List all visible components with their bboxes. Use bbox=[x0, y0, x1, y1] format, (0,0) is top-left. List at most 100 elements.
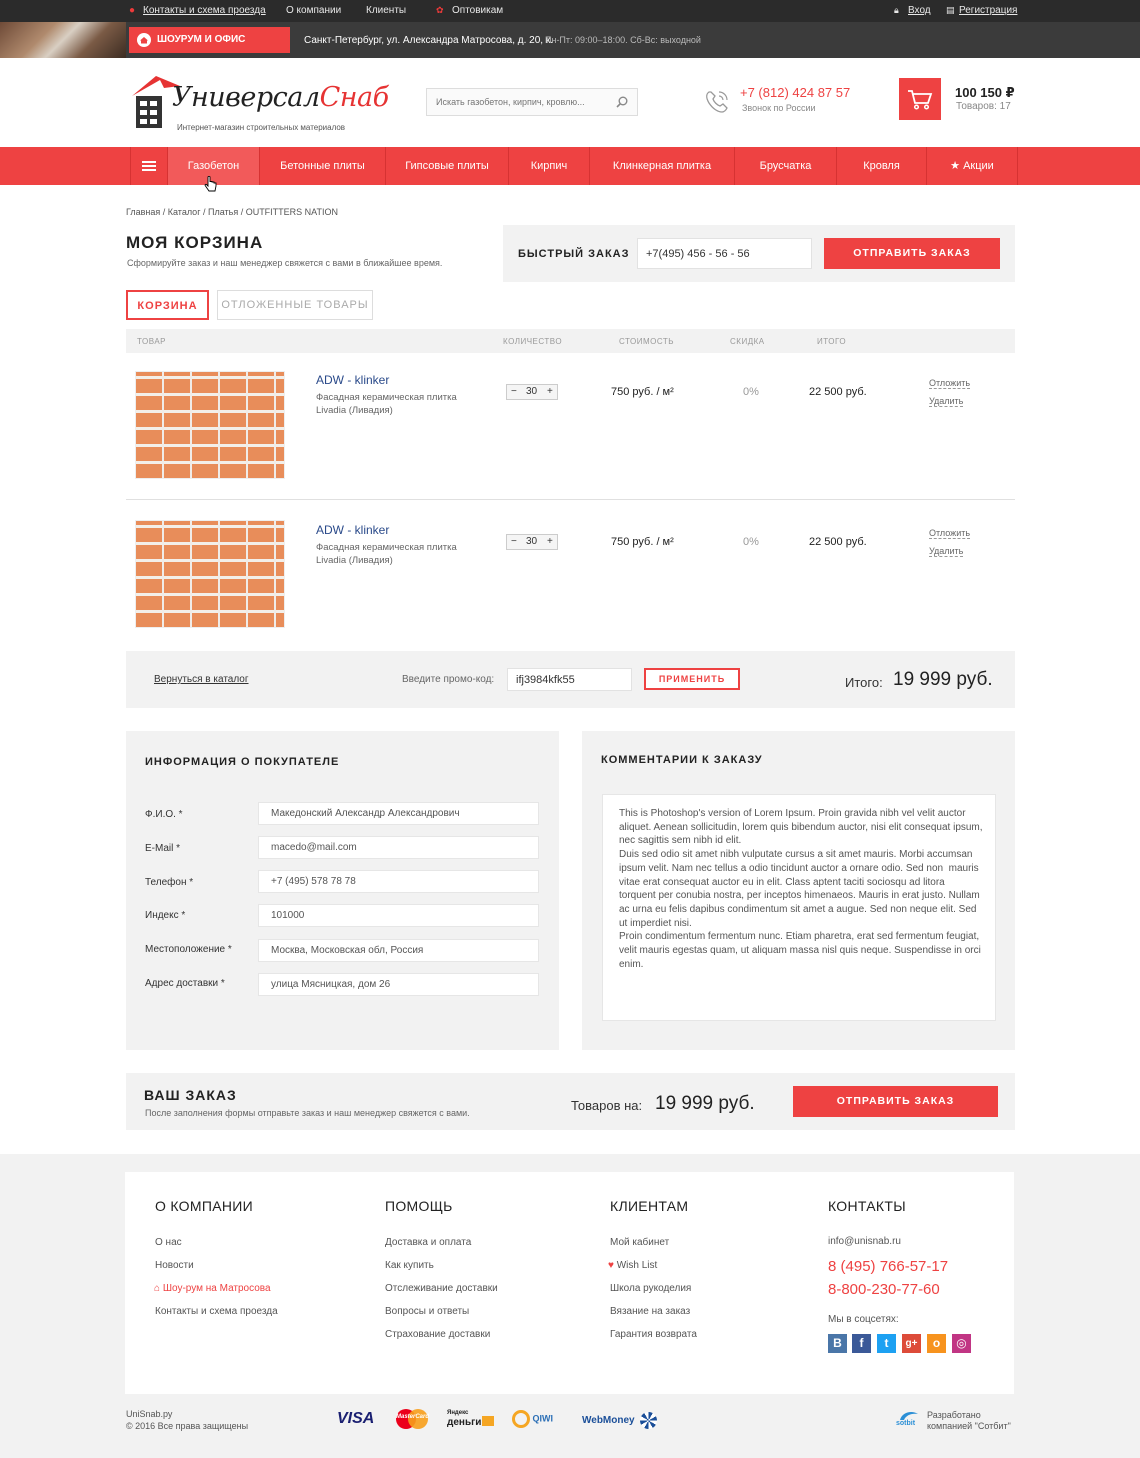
back-to-catalog-link[interactable]: Вернуться в каталог bbox=[154, 674, 249, 685]
field-label: Местоположение * bbox=[145, 944, 232, 955]
nav-item-roofing[interactable]: Кровля bbox=[836, 147, 926, 185]
footer-clients-title: КЛИЕНТАМ bbox=[610, 1198, 689, 1214]
footer-showroom-link[interactable]: ⌂ Шоу-рум на Матросова bbox=[154, 1283, 271, 1294]
email-field[interactable] bbox=[258, 836, 539, 859]
footer-wishlist-link[interactable]: ♥ Wish List bbox=[608, 1260, 657, 1271]
search-box bbox=[426, 88, 638, 116]
copyright-site: UniSnab.ру bbox=[126, 1409, 173, 1419]
field-label: E-Mail * bbox=[145, 843, 181, 854]
phone-field[interactable] bbox=[258, 870, 539, 893]
nav-item-sales[interactable]: ★ Акции bbox=[926, 147, 1018, 185]
cart-button[interactable] bbox=[899, 78, 941, 120]
contacts-link[interactable]: Контакты и схема проезда bbox=[143, 5, 266, 16]
fio-field[interactable] bbox=[258, 802, 539, 825]
qty-plus-button[interactable]: + bbox=[547, 386, 553, 397]
defer-link[interactable]: Отложить bbox=[929, 378, 971, 389]
qty-minus-button[interactable]: − bbox=[511, 536, 517, 547]
nav-item-gypsum-slabs[interactable]: Гипсовые плиты bbox=[385, 147, 508, 185]
instagram-icon[interactable]: ◎ bbox=[952, 1334, 971, 1353]
hamburger-icon bbox=[142, 161, 156, 171]
footer-link[interactable]: Страхование доставки bbox=[385, 1329, 490, 1340]
about-link[interactable]: О компании bbox=[286, 5, 341, 16]
yandex-money-logo: Яндекс деньги bbox=[447, 1410, 482, 1428]
item-total: 22 500 руб. bbox=[809, 536, 867, 548]
product-image[interactable] bbox=[135, 520, 285, 628]
tab-deferred[interactable]: ОТЛОЖЕННЫЕ ТОВАРЫ bbox=[217, 290, 373, 320]
search-input[interactable] bbox=[427, 89, 607, 115]
footer-link[interactable]: Контакты и схема проезда bbox=[155, 1306, 278, 1317]
footer-link[interactable]: Вязание на заказ bbox=[610, 1306, 690, 1317]
cart-sum: 100 150 ₽ bbox=[955, 85, 1015, 100]
twitter-icon[interactable]: t bbox=[877, 1334, 896, 1353]
nav-item-concrete-slabs[interactable]: Бетонные плиты bbox=[259, 147, 385, 185]
vk-icon[interactable]: В bbox=[828, 1334, 847, 1353]
quick-order-label: БЫСТРЫЙ ЗАКАЗ bbox=[518, 248, 630, 260]
mastercard-logo: MasterCard bbox=[394, 1408, 430, 1430]
wholesale-icon: ✿ bbox=[436, 5, 444, 15]
google-plus-icon[interactable]: g+ bbox=[902, 1334, 921, 1353]
footer-link[interactable]: Как купить bbox=[385, 1260, 434, 1271]
product-image[interactable] bbox=[135, 371, 285, 479]
product-name[interactable]: ADW - klinker bbox=[316, 523, 389, 537]
menu-button[interactable] bbox=[130, 147, 167, 185]
breadcrumb[interactable]: Главная / Каталог / Платья / OUTFITTERS … bbox=[126, 207, 338, 217]
register-link[interactable]: Регистрация bbox=[959, 5, 1017, 16]
col-qty: КОЛИЧЕСТВО bbox=[503, 337, 563, 346]
footer-phone-2[interactable]: 8-800-230-77-60 bbox=[828, 1281, 940, 1298]
lock-icon: 🔒︎ bbox=[894, 5, 899, 15]
header-phone[interactable]: +7 (812) 424 87 57 bbox=[740, 85, 850, 100]
tab-cart[interactable]: КОРЗИНА bbox=[126, 290, 209, 320]
quick-order-submit-button[interactable]: ОТПРАВИТЬ ЗАКАЗ bbox=[824, 238, 1000, 269]
location-field[interactable] bbox=[258, 939, 539, 962]
promo-label: Введите промо-код: bbox=[402, 674, 495, 685]
footer-email[interactable]: info@unisnab.ru bbox=[828, 1236, 901, 1247]
qty-value[interactable]: 30 bbox=[526, 536, 537, 547]
qty-minus-button[interactable]: − bbox=[511, 386, 517, 397]
logo[interactable]: УниверсалСнаб Интернет-магазин строитель… bbox=[130, 72, 389, 132]
remove-link[interactable]: Удалить bbox=[929, 546, 964, 557]
cart-icon bbox=[908, 90, 933, 110]
nav-item-clinker[interactable]: Клинкерная плитка bbox=[589, 147, 734, 185]
buyer-info-panel: ИНФОРМАЦИЯ О ПОКУПАТЕЛЕ Ф.И.О. * E-Mail … bbox=[126, 731, 559, 1050]
qty-value[interactable]: 30 bbox=[526, 386, 537, 397]
promo-bar: Вернуться в каталог Введите промо-код: П… bbox=[126, 651, 1015, 708]
quantity-stepper: − 30 + bbox=[506, 384, 558, 400]
login-link[interactable]: Вход bbox=[908, 5, 931, 16]
order-title: ВАШ ЗАКАЗ bbox=[144, 1087, 237, 1103]
search-icon[interactable] bbox=[616, 96, 628, 108]
nav-item-paving[interactable]: Брусчатка bbox=[734, 147, 836, 185]
clients-link[interactable]: Клиенты bbox=[366, 5, 406, 16]
footer-link[interactable]: Доставка и оплата bbox=[385, 1237, 471, 1248]
showroom-button[interactable]: ШОУРУМ И ОФИС ПРОДАЖ bbox=[129, 27, 290, 71]
footer-help-title: ПОМОЩЬ bbox=[385, 1198, 453, 1214]
product-name[interactable]: ADW - klinker bbox=[316, 373, 389, 387]
odnoklassniki-icon[interactable]: o bbox=[927, 1334, 946, 1353]
footer-link[interactable]: Школа рукоделия bbox=[610, 1283, 691, 1294]
footer-link[interactable]: Мой кабинет bbox=[610, 1237, 669, 1248]
quick-order-phone-input[interactable] bbox=[637, 238, 812, 269]
defer-link[interactable]: Отложить bbox=[929, 528, 971, 539]
item-price: 750 руб. / м² bbox=[611, 386, 674, 398]
footer-phone-1[interactable]: 8 (495) 766-57-17 bbox=[828, 1258, 948, 1275]
qty-plus-button[interactable]: + bbox=[547, 536, 553, 547]
footer-link[interactable]: Новости bbox=[155, 1260, 194, 1271]
order-total-label: Товаров на: bbox=[571, 1098, 643, 1113]
remove-link[interactable]: Удалить bbox=[929, 396, 964, 407]
facebook-icon[interactable]: f bbox=[852, 1334, 871, 1353]
footer-link[interactable]: Отслеживание доставки bbox=[385, 1283, 498, 1294]
footer-link[interactable]: Гарантия возврата bbox=[610, 1329, 697, 1340]
postcode-field[interactable] bbox=[258, 904, 539, 927]
social-label: Мы в соцсетях: bbox=[828, 1314, 899, 1325]
delivery-address-field[interactable] bbox=[258, 973, 539, 996]
col-discount: СКИДКА bbox=[730, 337, 765, 346]
apply-promo-button[interactable]: ПРИМЕНИТЬ bbox=[644, 668, 740, 690]
page-title: МОЯ КОРЗИНА bbox=[126, 233, 264, 252]
footer-link[interactable]: Вопросы и ответы bbox=[385, 1306, 469, 1317]
promo-code-input[interactable] bbox=[507, 668, 632, 691]
location-pin-icon: ● bbox=[129, 5, 136, 16]
comment-textarea[interactable]: This is Photoshop's version of Lorem Ips… bbox=[602, 794, 996, 1021]
wholesale-link[interactable]: Оптовикам bbox=[452, 5, 503, 16]
submit-order-button[interactable]: ОТПРАВИТЬ ЗАКАЗ bbox=[793, 1086, 998, 1117]
nav-item-brick[interactable]: Кирпич bbox=[508, 147, 589, 185]
footer-link[interactable]: О нас bbox=[155, 1237, 182, 1248]
